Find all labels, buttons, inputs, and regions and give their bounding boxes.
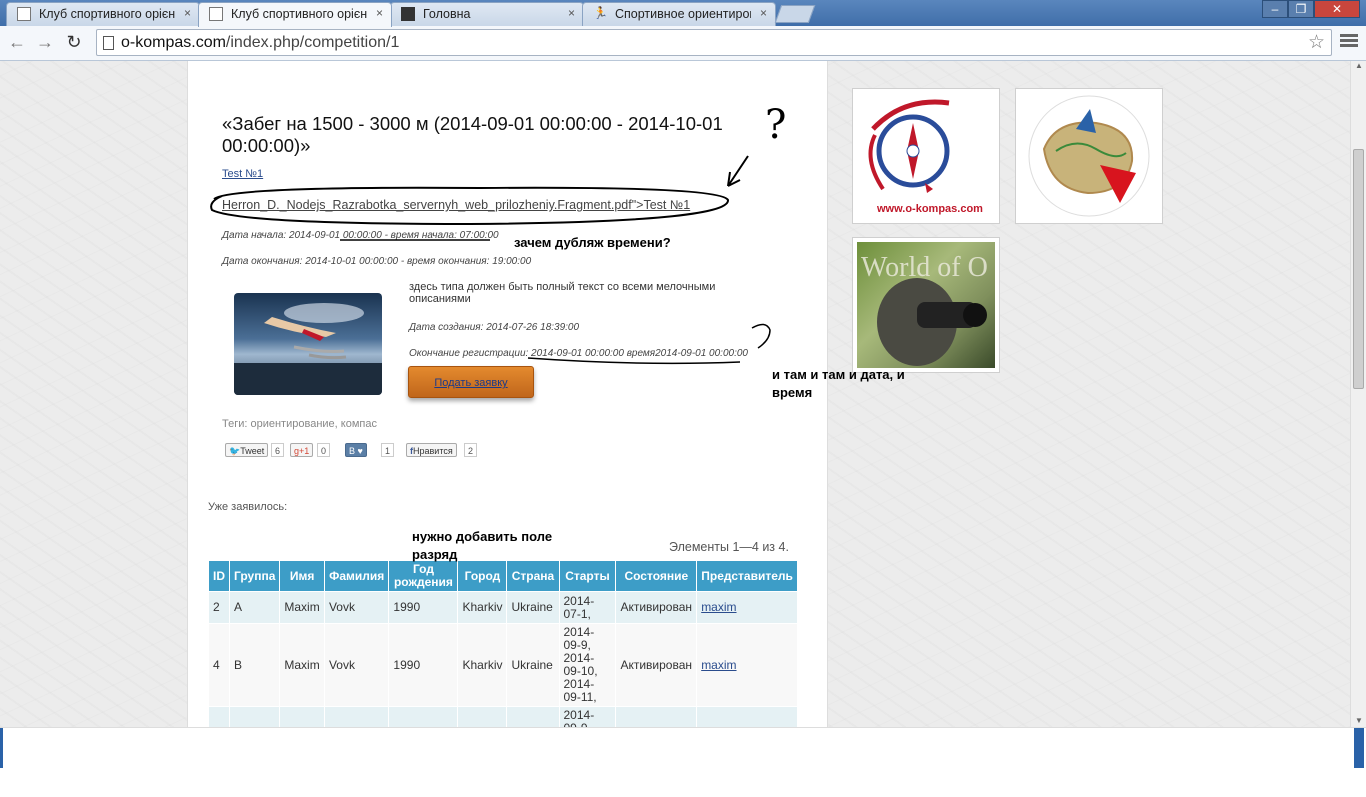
tab-title: Клуб спортивного орієнт (231, 7, 367, 21)
right-edge-bar (1354, 728, 1364, 768)
duplicate-time-annotation: зачем дубляж времени? (514, 235, 671, 250)
vertical-scrollbar[interactable]: ▲ ▼ (1350, 61, 1366, 727)
annotation-strokes (210, 155, 771, 365)
both-annotation: и там и там и дата, и время (772, 367, 905, 400)
left-edge-bar (0, 728, 3, 768)
status-area (0, 727, 1366, 772)
question-mark-annotation: ? (765, 102, 787, 148)
scrollbar-thumb[interactable] (1353, 149, 1364, 389)
scroll-down-icon[interactable]: ▼ (1351, 716, 1366, 725)
close-icon[interactable]: × (376, 6, 383, 20)
document-icon (209, 7, 223, 21)
browser-tab-2[interactable]: Клуб спортивного орієнт × (198, 2, 392, 27)
scroll-up-icon[interactable]: ▲ (1351, 61, 1366, 70)
add-field-annotation: нужно добавить поле разряд (412, 529, 553, 562)
